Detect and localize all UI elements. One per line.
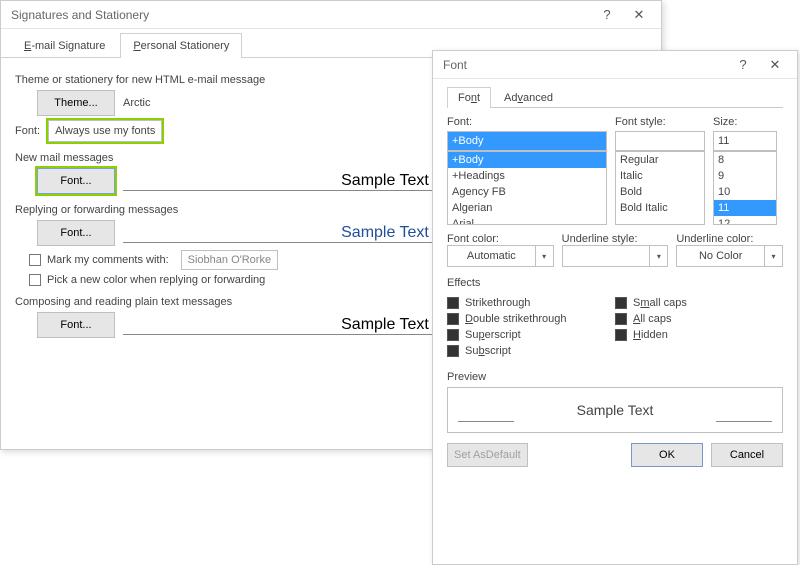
effect-hidden[interactable]: Hidden: [615, 329, 783, 341]
list-item[interactable]: Arial: [448, 216, 606, 225]
effect-small-caps[interactable]: Small caps: [615, 297, 783, 309]
font-input[interactable]: +Body: [447, 131, 607, 151]
preview-label: Preview: [447, 371, 783, 383]
checkbox-icon: [615, 329, 627, 341]
close-button[interactable]: ✕: [623, 7, 655, 23]
font-override-value: Always use my fonts: [55, 125, 155, 137]
list-item[interactable]: 10: [714, 184, 776, 200]
font-dialog: Font ? ✕ Font Advanced Font: +Body +Body…: [432, 50, 798, 565]
mark-comments-value[interactable]: Siobhan O'Rorke: [181, 250, 278, 270]
help-button[interactable]: ?: [727, 57, 759, 72]
underline-style-dropdown[interactable]: ▾: [562, 245, 669, 267]
tab-email-signature[interactable]: E-mail Signature: [11, 33, 118, 58]
preview-box: Sample Text: [447, 387, 783, 433]
underline-style-label: Underline style:: [562, 233, 638, 245]
checkbox-icon: [447, 329, 459, 341]
checkbox-icon: [29, 254, 41, 266]
style-field-label: Font style:: [615, 116, 705, 128]
list-item[interactable]: 12: [714, 216, 776, 225]
plain-font-button[interactable]: Font...: [37, 312, 115, 338]
preview-text: Sample Text: [577, 402, 654, 418]
list-item[interactable]: Italic: [616, 168, 704, 184]
font-dialog-title: Font: [443, 58, 727, 72]
ok-button[interactable]: OK: [631, 443, 703, 467]
effects-label: Effects: [447, 277, 783, 289]
font-label: Font:: [15, 125, 40, 137]
list-item[interactable]: +Headings: [448, 168, 606, 184]
size-listbox[interactable]: 89101112: [713, 151, 777, 225]
signatures-titlebar: Signatures and Stationery ? ✕: [1, 1, 661, 29]
underline-color-label: Underline color:: [676, 233, 753, 245]
chevron-down-icon: ▾: [764, 246, 782, 266]
effect-label: Hidden: [633, 329, 668, 341]
signatures-title: Signatures and Stationery: [11, 8, 591, 22]
font-color-label: Font color:: [447, 233, 499, 245]
effect-label: Superscript: [465, 329, 521, 341]
effect-subscript[interactable]: Subscript: [447, 345, 615, 357]
size-input[interactable]: 11: [713, 131, 777, 151]
font-tabs: Font Advanced: [447, 87, 783, 108]
size-field-label: Size:: [713, 116, 777, 128]
help-button[interactable]: ?: [591, 7, 623, 22]
list-item[interactable]: 8: [714, 152, 776, 168]
chevron-down-icon: ▾: [649, 246, 667, 266]
font-titlebar: Font ? ✕: [433, 51, 797, 79]
font-color-dropdown[interactable]: Automatic ▾: [447, 245, 554, 267]
new-mail-font-button[interactable]: Font...: [37, 168, 115, 194]
list-item[interactable]: Regular: [616, 152, 704, 168]
tab-advanced[interactable]: Advanced: [493, 87, 564, 108]
list-item[interactable]: Bold: [616, 184, 704, 200]
checkbox-icon: [615, 297, 627, 309]
underline-color-value: No Color: [699, 250, 742, 262]
effect-double-strikethrough[interactable]: Double strikethrough: [447, 313, 615, 325]
set-default-button[interactable]: Set As Default: [447, 443, 528, 467]
reply-font-button[interactable]: Font...: [37, 220, 115, 246]
size-input-value: 11: [718, 135, 729, 147]
font-field-label: Font:: [447, 116, 607, 128]
effect-all-caps[interactable]: All caps: [615, 313, 783, 325]
list-item[interactable]: +Body: [448, 152, 606, 168]
checkbox-icon: [447, 297, 459, 309]
underline-color-dropdown[interactable]: No Color ▾: [676, 245, 783, 267]
theme-button[interactable]: Theme...: [37, 90, 115, 116]
chevron-down-icon: ▾: [535, 246, 553, 266]
font-override-dropdown[interactable]: Always use my fonts: [48, 120, 162, 142]
checkbox-icon: [447, 313, 459, 325]
checkbox-icon: [447, 345, 459, 357]
font-input-value: +Body: [452, 135, 484, 147]
effect-label: All caps: [633, 313, 672, 325]
list-item[interactable]: Agency FB: [448, 184, 606, 200]
tab-personal-label: ersonal Stationery: [141, 40, 230, 52]
tab-personal-stationery[interactable]: Personal Stationery: [120, 33, 242, 58]
style-listbox[interactable]: RegularItalicBoldBold Italic: [615, 151, 705, 225]
style-input[interactable]: [615, 131, 705, 151]
checkbox-icon: [29, 274, 41, 286]
font-color-value: Automatic: [467, 250, 516, 262]
list-item[interactable]: Algerian: [448, 200, 606, 216]
effect-label: Small caps: [633, 297, 687, 309]
list-item[interactable]: 9: [714, 168, 776, 184]
effect-label: Subscript: [465, 345, 511, 357]
cancel-button[interactable]: Cancel: [711, 443, 783, 467]
tab-email-label: -mail Signature: [31, 40, 105, 52]
list-item[interactable]: Bold Italic: [616, 200, 704, 216]
tab-font[interactable]: Font: [447, 87, 491, 108]
effect-label: Double strikethrough: [465, 313, 567, 325]
effect-superscript[interactable]: Superscript: [447, 329, 615, 341]
close-button[interactable]: ✕: [759, 57, 791, 73]
checkbox-icon: [615, 313, 627, 325]
effect-strikethrough[interactable]: Strikethrough: [447, 297, 615, 309]
list-item[interactable]: 11: [714, 200, 776, 216]
font-listbox[interactable]: +Body+HeadingsAgency FBAlgerianArial: [447, 151, 607, 225]
effect-label: Strikethrough: [465, 297, 530, 309]
theme-name: Arctic: [123, 97, 151, 109]
